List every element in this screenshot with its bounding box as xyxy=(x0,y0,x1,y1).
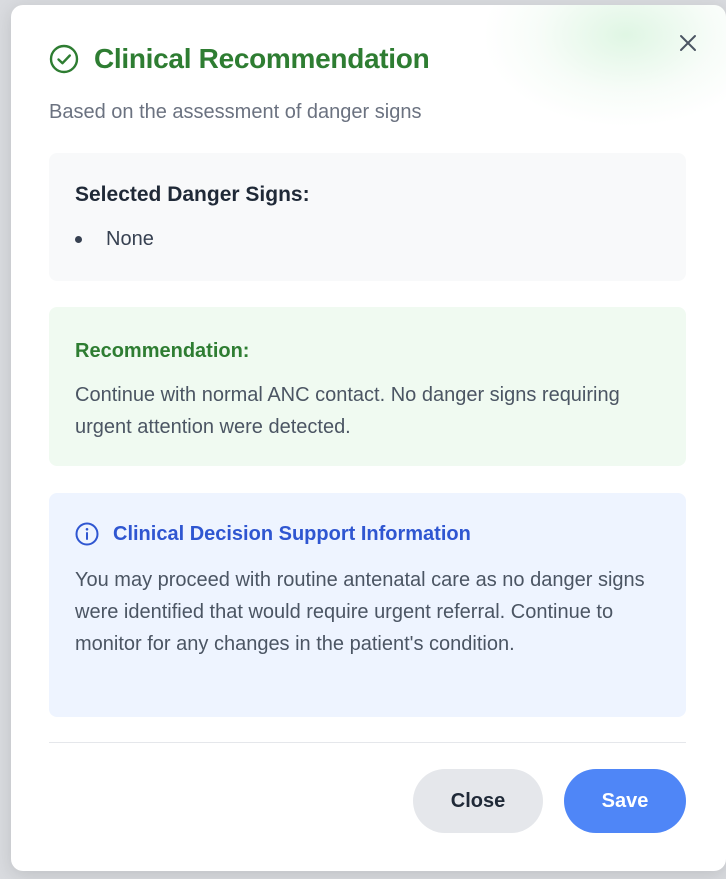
check-circle-icon xyxy=(49,44,79,74)
save-button[interactable]: Save xyxy=(564,769,686,833)
danger-sign-item: None xyxy=(75,228,154,251)
header-glow xyxy=(486,5,726,125)
danger-signs-label: Selected Danger Signs: xyxy=(75,183,310,206)
close-icon[interactable] xyxy=(678,33,698,53)
recommendation-panel: Recommendation: Continue with normal ANC… xyxy=(49,307,686,466)
close-button[interactable]: Close xyxy=(413,769,543,833)
dialog-title: Clinical Recommendation xyxy=(94,43,430,74)
recommendation-label: Recommendation: xyxy=(75,340,250,362)
decision-support-header: Clinical Decision Support Information xyxy=(75,522,471,546)
danger-signs-panel: Selected Danger Signs: None xyxy=(49,153,686,281)
decision-support-title: Clinical Decision Support Information xyxy=(113,522,471,545)
dialog-header: Clinical Recommendation xyxy=(49,43,430,75)
footer-divider xyxy=(49,742,686,743)
recommendation-text: Continue with normal ANC contact. No dan… xyxy=(75,384,620,438)
decision-support-text: You may proceed with routine antenatal c… xyxy=(75,569,645,655)
danger-sign-text: None xyxy=(106,228,154,250)
bullet-icon xyxy=(75,236,82,243)
decision-support-panel: Clinical Decision Support Information Yo… xyxy=(49,493,686,717)
clinical-recommendation-dialog: Clinical Recommendation Based on the ass… xyxy=(11,5,726,871)
info-icon xyxy=(75,522,99,546)
dialog-subtitle: Based on the assessment of danger signs xyxy=(49,101,422,123)
